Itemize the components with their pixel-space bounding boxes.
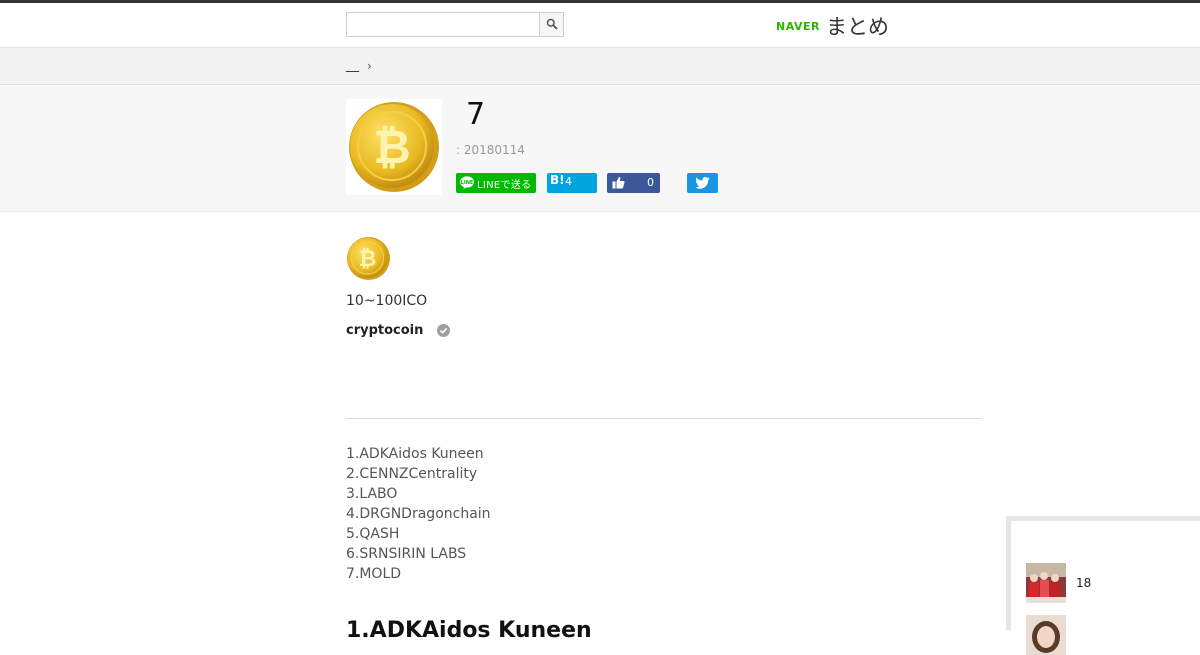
facebook-count: 0 xyxy=(647,176,654,189)
author-name-link[interactable]: cryptocoin xyxy=(346,323,423,338)
article-thumbnail[interactable]: ₿ xyxy=(346,99,442,195)
facebook-like-button[interactable]: 0 xyxy=(607,173,660,193)
toc-item[interactable]: 2.CENNZCentrality xyxy=(346,464,491,484)
thumbs-up-icon xyxy=(612,177,625,189)
author-avatar[interactable]: ₿ xyxy=(346,236,391,281)
svg-text:₿: ₿ xyxy=(359,247,377,272)
line-share-button[interactable]: LINE LINEで送る xyxy=(456,173,536,193)
toc-item[interactable]: 1.ADKAidos Kuneen xyxy=(346,444,491,464)
svg-text:₿: ₿ xyxy=(373,120,411,174)
svg-text:LINE: LINE xyxy=(461,180,474,186)
related-photo-image xyxy=(1026,615,1066,655)
table-of-contents: 1.ADKAidos Kuneen 2.CENNZCentrality 3.LA… xyxy=(346,444,491,584)
toc-item[interactable]: 7.MOLD xyxy=(346,564,491,584)
related-matome-panel: 18 xyxy=(1006,516,1200,655)
article-date: : 20180114 xyxy=(456,143,525,157)
breadcrumb-bar: __ › xyxy=(0,48,1200,85)
article-description: 10~100ICO xyxy=(346,293,428,309)
search-input[interactable] xyxy=(347,13,541,36)
hatena-b-icon: B! xyxy=(550,173,565,187)
site-header: NAVER まとめ xyxy=(0,3,1200,48)
related-item-count: 18 xyxy=(1076,576,1092,590)
related-item-thumbnail xyxy=(1026,563,1066,603)
check-circle-icon xyxy=(437,324,451,337)
twitter-share-button[interactable] xyxy=(687,173,718,193)
bitcoin-coin-icon: ₿ xyxy=(347,237,390,280)
article-hero: ₿ 7 : 20180114 LINE LINEで送る B! 4 0 xyxy=(0,85,1200,212)
logo-matome-text: まとめ xyxy=(825,15,889,39)
line-share-label: LINEで送る xyxy=(477,180,532,191)
related-item[interactable] xyxy=(1026,615,1186,655)
content-divider xyxy=(346,418,981,419)
search-icon xyxy=(546,18,558,30)
related-panel-inner: 18 xyxy=(1011,521,1200,655)
related-item[interactable]: 18 xyxy=(1026,563,1186,603)
breadcrumb-link-category[interactable]: __ xyxy=(346,58,359,73)
toc-item[interactable]: 6.SRNSIRIN LABS xyxy=(346,544,491,564)
line-icon: LINE xyxy=(460,176,474,189)
toc-item[interactable]: 3.LABO xyxy=(346,484,491,504)
search-box xyxy=(346,12,564,37)
hatena-count: 4 xyxy=(565,175,572,188)
breadcrumb-separator: › xyxy=(367,58,372,73)
twitter-bird-icon xyxy=(695,177,710,189)
hatena-bookmark-button[interactable]: B! 4 xyxy=(547,173,597,193)
toc-item[interactable]: 5.QASH xyxy=(346,524,491,544)
search-button[interactable] xyxy=(539,13,563,36)
logo-naver-text: NAVER xyxy=(776,19,820,33)
related-photo-image xyxy=(1026,563,1066,603)
breadcrumb: __ › xyxy=(346,58,372,73)
related-item-thumbnail xyxy=(1026,615,1066,655)
author-row: cryptocoin xyxy=(346,323,451,338)
toc-item[interactable]: 4.DRGNDragonchain xyxy=(346,504,491,524)
section-heading: 1.ADKAidos Kuneen xyxy=(346,618,592,643)
article-title: 7 xyxy=(466,97,486,132)
site-logo[interactable]: NAVER まとめ xyxy=(776,13,889,39)
bitcoin-coin-icon: ₿ xyxy=(349,102,439,192)
